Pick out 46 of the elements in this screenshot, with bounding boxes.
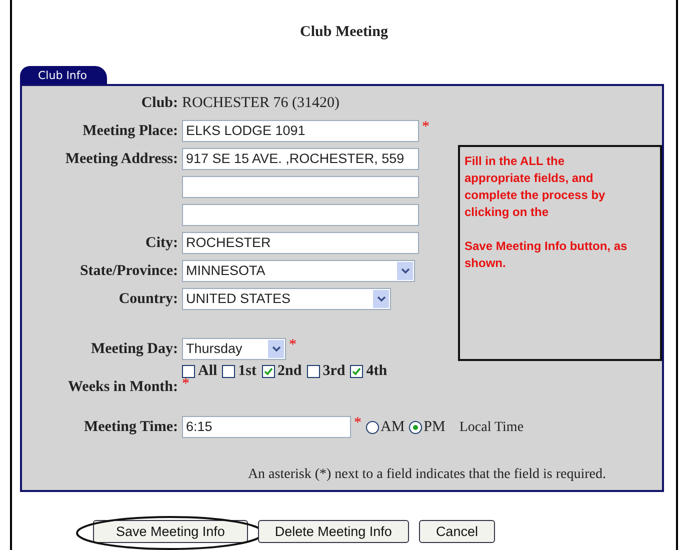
- time-field[interactable]: 6:15: [182, 416, 351, 438]
- form-button[interactable]: Save Meeting Info: [93, 520, 248, 543]
- text-field[interactable]: [182, 204, 419, 226]
- form-button[interactable]: Delete Meeting Info: [258, 520, 409, 543]
- checkbox[interactable]: [350, 365, 364, 378]
- page-title: Club Meeting: [299, 23, 389, 42]
- time-zone-label: Local Time: [459, 418, 524, 436]
- field-label: Country:: [118, 291, 178, 307]
- required-asterisk: *: [289, 337, 296, 354]
- required-asterisk: *: [422, 119, 430, 136]
- checkbox[interactable]: [222, 365, 236, 378]
- radio-button[interactable]: [408, 420, 422, 434]
- checkbox[interactable]: [182, 365, 195, 378]
- instruction-text: Fill in the ALL the appropriate fields, and complete the process by clicking on the: [464, 153, 606, 221]
- dropdown-field[interactable]: UNITED STATES: [182, 288, 391, 310]
- instruction-text: Save Meeting Info button, as shown.: [464, 238, 628, 272]
- text-field[interactable]: ELKS LODGE 1091: [182, 120, 419, 142]
- checkbox-label: All: [198, 363, 218, 380]
- checkbox-label: 1st: [238, 363, 257, 380]
- checkbox-label: 4th: [366, 363, 388, 380]
- footnote: An asterisk (*) next to a field indicates that the field is required.: [246, 467, 607, 483]
- required-asterisk: *: [182, 376, 190, 393]
- field-label: City:: [146, 235, 178, 251]
- form-button[interactable]: Cancel: [418, 520, 495, 543]
- text-field[interactable]: 917 SE 15 AVE. ,ROCHESTER, 559: [182, 148, 419, 170]
- radio-button[interactable]: [366, 420, 378, 434]
- field-label: Meeting Address:: [65, 151, 178, 167]
- checkbox-label: 3rd: [322, 363, 346, 380]
- text-field[interactable]: [182, 176, 419, 198]
- checkbox[interactable]: [306, 365, 320, 378]
- club-info-tab[interactable]: Club Info: [20, 66, 108, 84]
- radio-label: AM: [380, 418, 405, 436]
- field-label: Meeting Place:: [82, 123, 178, 139]
- field-label: Club:: [141, 95, 178, 111]
- dropdown-field[interactable]: Thursday: [182, 338, 286, 360]
- checkbox[interactable]: [262, 365, 275, 378]
- club-value: ROCHESTER 76 (31420): [182, 94, 340, 112]
- text-field[interactable]: ROCHESTER: [182, 232, 419, 254]
- field-label: Meeting Day:: [90, 341, 178, 357]
- radio-label: PM: [424, 418, 446, 436]
- field-label: Weeks in Month:: [68, 379, 178, 395]
- field-label: State/Province:: [80, 263, 178, 279]
- field-label: Meeting Time:: [84, 419, 178, 435]
- checkbox-label: 2nd: [278, 363, 302, 380]
- required-asterisk: *: [354, 415, 362, 432]
- dropdown-field[interactable]: MINNESOTA: [182, 260, 415, 282]
